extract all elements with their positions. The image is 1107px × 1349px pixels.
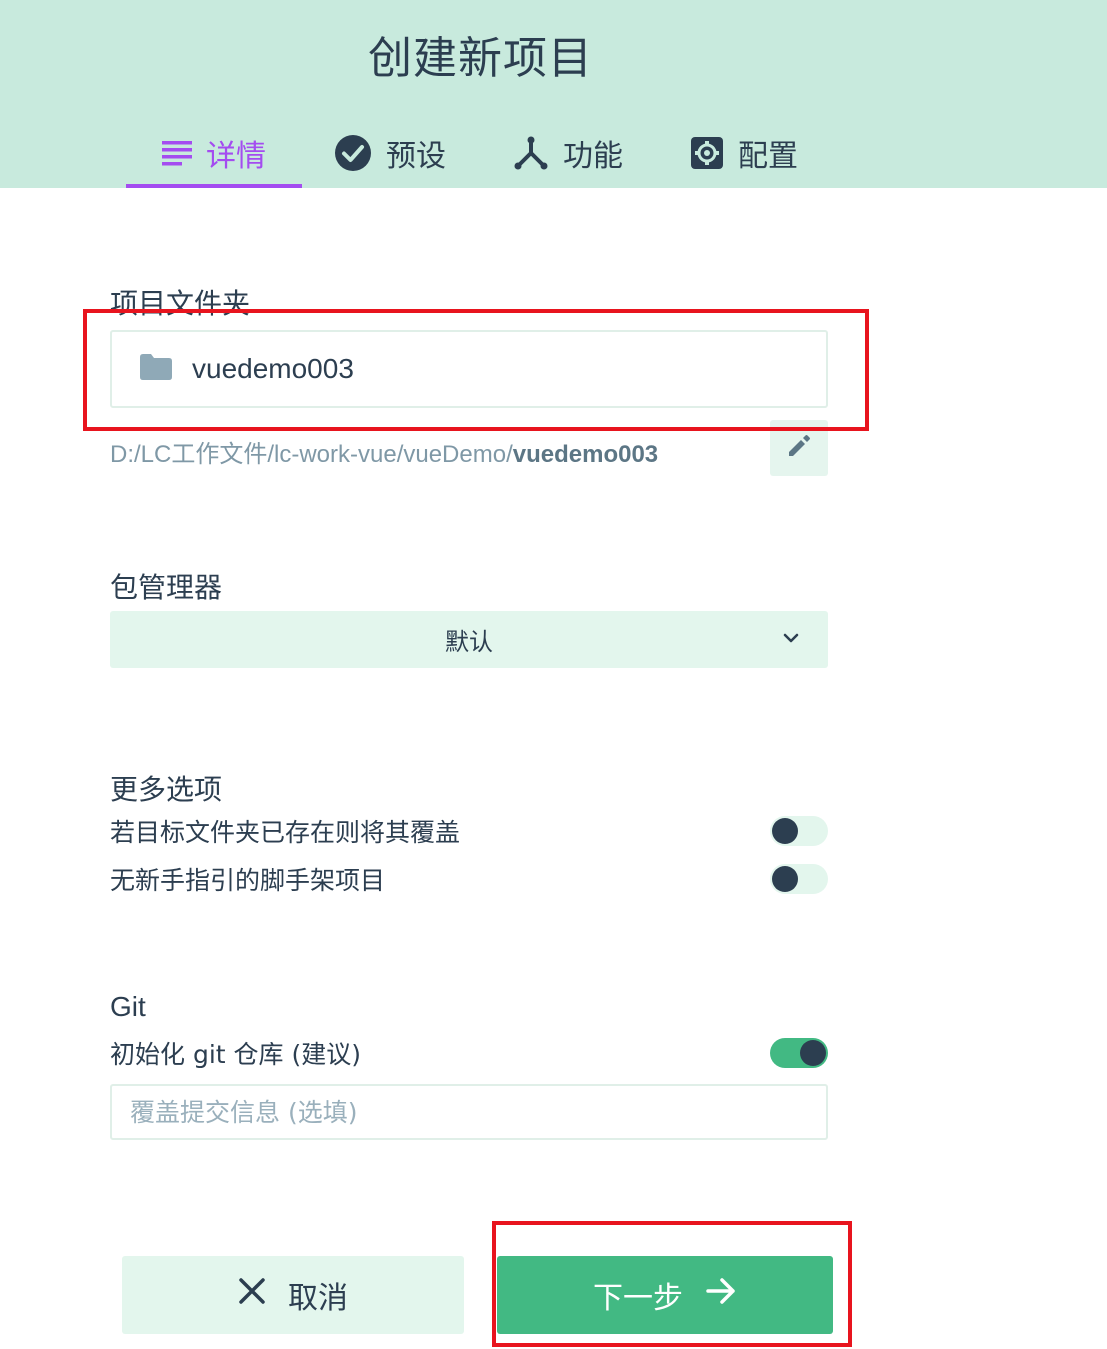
- tab-details[interactable]: 详情: [126, 118, 302, 188]
- folder-path: D:/LC工作文件/lc-work-vue/vueDemo/vuedemo003: [110, 434, 658, 469]
- edit-path-button[interactable]: [770, 420, 828, 476]
- list-icon: [162, 140, 192, 166]
- tab-presets-label: 预设: [386, 139, 446, 174]
- folder-path-prefix: D:/LC工作文件/lc-work-vue/vueDemo/: [110, 441, 513, 468]
- toggle-knob: [772, 818, 798, 844]
- git-section-label: Git: [110, 991, 146, 1022]
- toggle-knob: [772, 866, 798, 892]
- chevron-down-icon: [782, 629, 800, 651]
- page-title: 创建新项目: [368, 33, 593, 84]
- next-button[interactable]: 下一步: [497, 1256, 833, 1334]
- option-no-onboarding-toggle[interactable]: [770, 864, 828, 894]
- option-overwrite-row: 若目标文件夹已存在则将其覆盖: [110, 811, 828, 851]
- toggle-knob: [800, 1040, 826, 1066]
- folder-icon: [140, 354, 172, 384]
- arrow-right-icon: [705, 1277, 737, 1313]
- tab-config[interactable]: 配置: [674, 118, 814, 188]
- cancel-button[interactable]: 取消: [122, 1256, 464, 1334]
- check-circle-icon: [334, 134, 372, 172]
- option-overwrite-toggle[interactable]: [770, 816, 828, 846]
- option-no-onboarding-label: 无新手指引的脚手架项目: [110, 866, 386, 895]
- commit-message-input[interactable]: [110, 1084, 828, 1140]
- tab-features[interactable]: 功能: [498, 118, 638, 188]
- option-no-onboarding-row: 无新手指引的脚手架项目: [110, 859, 828, 899]
- pencil-icon: [786, 433, 812, 463]
- next-button-label: 下一步: [593, 1281, 683, 1316]
- header: 创建新项目 详情 预设 功能 配置: [0, 0, 1107, 188]
- folder-name-input[interactable]: vuedemo003: [110, 330, 828, 408]
- git-init-label: 初始化 git 仓库 (建议): [110, 1040, 361, 1069]
- fork-icon: [513, 135, 549, 171]
- option-overwrite-label: 若目标文件夹已存在则将其覆盖: [110, 818, 461, 847]
- git-init-toggle[interactable]: [770, 1038, 828, 1068]
- tab-details-label: 详情: [206, 139, 266, 174]
- folder-name-value: vuedemo003: [192, 353, 354, 384]
- more-options-label: 更多选项: [110, 773, 223, 806]
- package-manager-label: 包管理器: [110, 571, 223, 604]
- cancel-button-label: 取消: [288, 1281, 348, 1316]
- folder-section-label: 项目文件夹: [110, 287, 251, 320]
- close-icon: [238, 1277, 266, 1313]
- tab-config-label: 配置: [738, 139, 798, 174]
- tab-presets[interactable]: 预设: [320, 118, 460, 188]
- gear-icon: [690, 136, 724, 170]
- folder-path-name: vuedemo003: [512, 441, 659, 468]
- tab-features-label: 功能: [563, 139, 623, 174]
- package-manager-value: 默认: [445, 628, 493, 656]
- tab-bar: 详情 预设 功能 配置: [0, 118, 1107, 188]
- git-init-row: 初始化 git 仓库 (建议): [110, 1033, 828, 1073]
- package-manager-select[interactable]: 默认: [110, 611, 828, 668]
